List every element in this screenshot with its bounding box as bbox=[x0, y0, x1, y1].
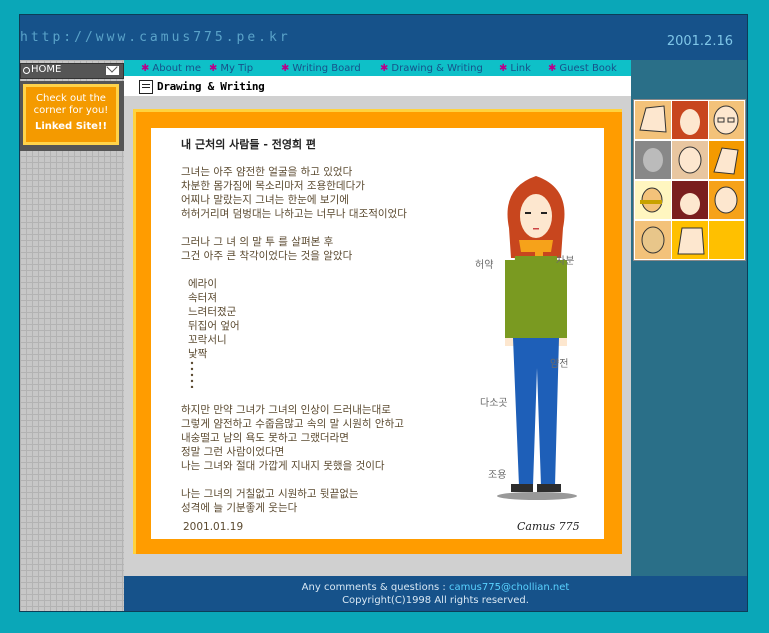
nav-label: About me bbox=[152, 63, 202, 74]
woman-figure-illustration bbox=[497, 176, 577, 500]
page-frame: http://www.camus775.pe.kr 2001.2.16 HOME… bbox=[19, 14, 748, 612]
article-line: 그녀는 아주 얌전한 얼굴을 하고 있었다 bbox=[181, 166, 353, 178]
top-banner: http://www.camus775.pe.kr 2001.2.16 bbox=[20, 15, 747, 60]
article-line: 꼬락서니 bbox=[188, 334, 227, 346]
article-line: 내숭떨고 남의 욕도 못하고 그랬더라면 bbox=[181, 432, 349, 444]
notebook-icon bbox=[139, 80, 153, 94]
nav-writing-board[interactable]: ✱ Writing Board bbox=[281, 63, 361, 74]
star-icon: ✱ bbox=[548, 63, 557, 74]
article-date: 2001.01.19 bbox=[183, 521, 244, 533]
figure-label: 허약 bbox=[475, 260, 494, 271]
figure-label: 조용 bbox=[488, 470, 507, 481]
article-line: 에라이 bbox=[188, 278, 217, 290]
section-header: Drawing & Writing bbox=[124, 76, 631, 96]
star-icon: ✱ bbox=[141, 63, 150, 74]
article-line: 그러나 그 녀 의 말 투 를 살펴본 후 bbox=[181, 236, 334, 248]
figure-label: 다소곳 bbox=[480, 398, 508, 409]
email-link[interactable]: camus775@chollian.net bbox=[449, 582, 569, 593]
vertical-dots bbox=[190, 361, 194, 388]
figure-label: 얌전 bbox=[550, 359, 569, 370]
mail-icon[interactable] bbox=[106, 66, 119, 75]
footer-prefix: Any comments & questions : bbox=[301, 582, 449, 593]
article-line: 속터져 bbox=[188, 292, 217, 304]
nav-label: Link bbox=[510, 63, 531, 74]
nav-link[interactable]: ✱ Link bbox=[499, 63, 531, 74]
article-line: 정말 그런 사람이었다면 bbox=[181, 446, 285, 458]
nav-my-tip[interactable]: ✱ My Tip bbox=[209, 63, 253, 74]
article-line: 나는 그녀의 거칠없고 시원하고 뒷끝없는 bbox=[181, 488, 359, 500]
top-nav: ✱ About me ✱ My Tip ✱ Writing Board ✱ Drawin… bbox=[124, 60, 631, 76]
nav-about-me[interactable]: ✱ About me bbox=[141, 63, 201, 74]
nav-label: Writing Board bbox=[292, 63, 361, 74]
site-url: http://www.camus775.pe.kr bbox=[20, 30, 291, 45]
footer: Any comments & questions : camus775@chol… bbox=[124, 576, 747, 611]
banner-date: 2001.2.16 bbox=[666, 34, 733, 49]
promo-line-2: corner for you! bbox=[33, 105, 109, 116]
promo-line-1: Check out the bbox=[36, 93, 106, 104]
star-icon: ✱ bbox=[281, 63, 290, 74]
sidebar: HOME Check out the corner for you! Linke… bbox=[20, 60, 124, 611]
nav-label: Drawing & Writing bbox=[391, 63, 483, 74]
article-paper: 내 근처의 사람들 - 전영희 편 그녀는 아주 얌전한 얼굴을 하고 있었다 … bbox=[151, 128, 604, 539]
section-title: Drawing & Writing bbox=[157, 80, 265, 93]
nav-guest-book[interactable]: ✱ Guest Book bbox=[548, 63, 617, 74]
article-line: 낯짝 bbox=[188, 348, 208, 360]
nav-label: Guest Book bbox=[559, 63, 617, 74]
article-line: 어찌나 말랐는지 그녀는 한눈에 보기에 bbox=[181, 194, 349, 206]
home-label: HOME bbox=[31, 64, 62, 75]
bullet-icon bbox=[23, 67, 30, 74]
content-area: 내 근처의 사람들 - 전영희 편 그녀는 아주 얌전한 얼굴을 하고 있었다 … bbox=[124, 96, 631, 576]
article-line: 뒤집어 엎어 bbox=[188, 320, 240, 332]
article-line: 허허거리며 덤벙대는 나하고는 너무나 대조적이었다 bbox=[181, 208, 407, 220]
footer-contact: Any comments & questions : camus775@chol… bbox=[124, 582, 747, 593]
character-face-grid bbox=[633, 99, 746, 261]
article-line: 느려터졌군 bbox=[188, 306, 237, 318]
star-icon: ✱ bbox=[209, 63, 218, 74]
nav-label: My Tip bbox=[220, 63, 254, 74]
copyright: Copyright(C)1998 All rights reserved. bbox=[342, 595, 529, 606]
nav-drawing-writing[interactable]: ✱ Drawing & Writing bbox=[380, 63, 483, 74]
article-line: 성격에 늘 기분좋게 웃는다 bbox=[181, 502, 298, 514]
article-line: 그건 아주 큰 착각이었다는 것을 알았다 bbox=[181, 250, 353, 262]
linked-site-link[interactable]: Linked Site!! bbox=[26, 121, 116, 133]
face-thumbnails bbox=[635, 101, 744, 259]
home-link[interactable]: HOME bbox=[20, 63, 124, 79]
article-line: 차분한 몸가짐에 목소리마저 조용한데다가 bbox=[181, 180, 365, 192]
article-line: 그렇게 얌전하고 수줍음많고 속의 말 시원히 안하고 bbox=[181, 418, 404, 430]
figure-label: 차분 bbox=[556, 256, 575, 267]
star-icon: ✱ bbox=[380, 63, 389, 74]
article-line: 나는 그녀와 절대 가깝게 지내지 못했을 것이다 bbox=[181, 460, 385, 472]
artist-signature: Camus 775 bbox=[517, 520, 580, 533]
article-title: 내 근처의 사람들 - 전영희 편 bbox=[181, 138, 317, 151]
linked-site-promo[interactable]: Check out the corner for you! Linked Sit… bbox=[23, 84, 119, 145]
star-icon: ✱ bbox=[499, 63, 508, 74]
article-line: 하지만 만약 그녀가 그녀의 인상이 드러내는대로 bbox=[181, 404, 391, 416]
